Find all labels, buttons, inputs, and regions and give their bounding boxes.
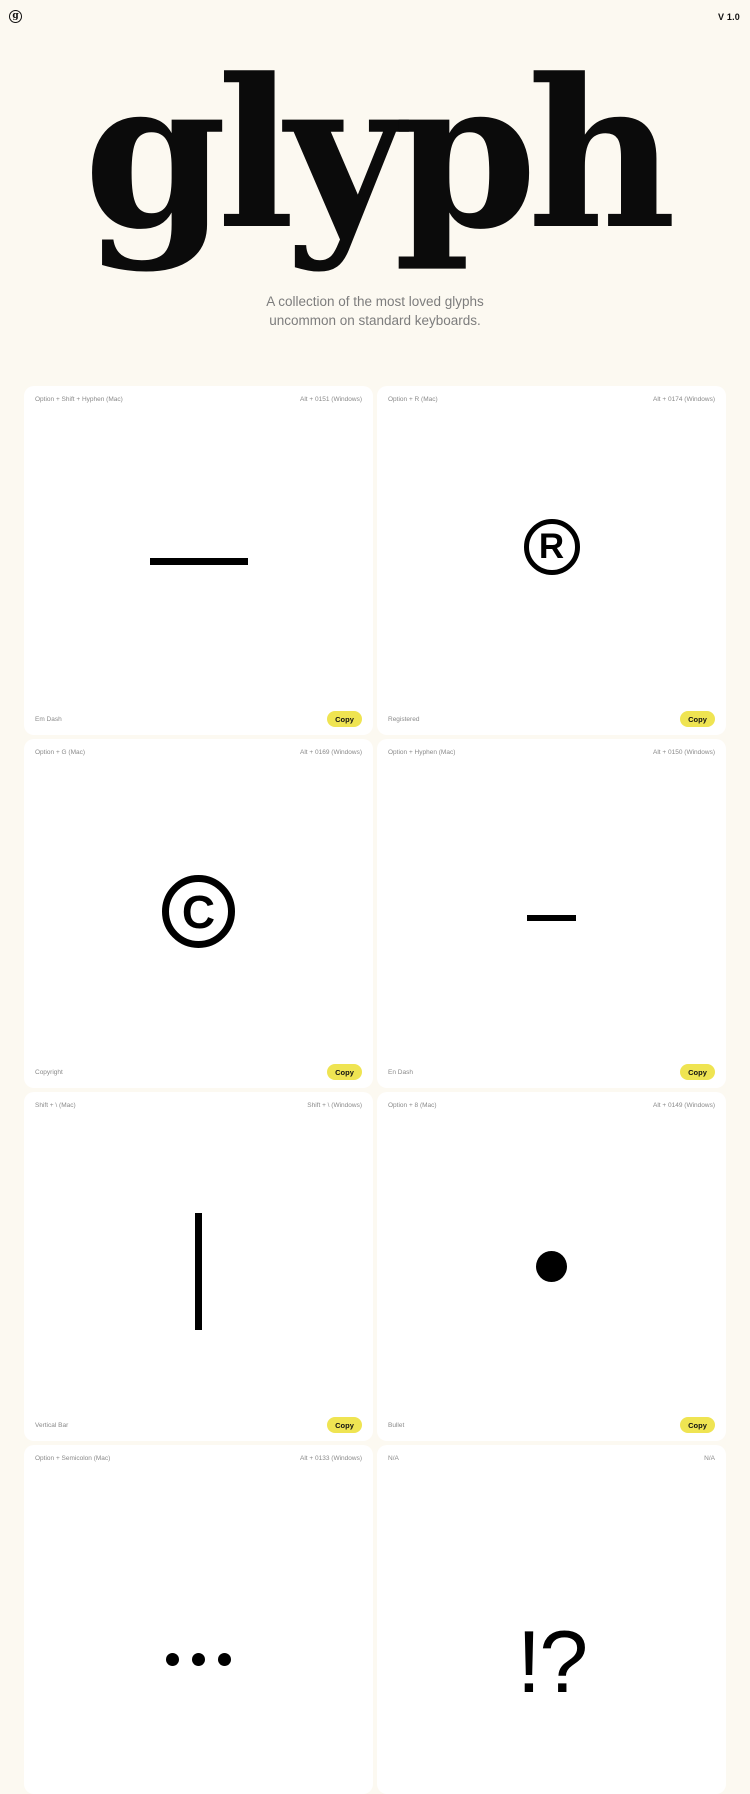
subtitle-line-1: A collection of the most loved glyphs bbox=[266, 294, 484, 309]
registered-glyph: R bbox=[523, 518, 580, 575]
en-dash-glyph bbox=[527, 915, 576, 921]
hero-title: glyph bbox=[83, 35, 677, 275]
mac-shortcut: Option + Shift + Hyphen (Mac) bbox=[35, 396, 123, 403]
glyph-card-em-dash: Option + Shift + Hyphen (Mac) Alt + 0151… bbox=[24, 386, 373, 735]
glyph-display bbox=[24, 386, 373, 735]
copy-button[interactable]: Copy bbox=[327, 1417, 362, 1433]
glyph-name: Em Dash bbox=[35, 716, 62, 723]
glyph-display: !? bbox=[377, 1445, 726, 1794]
glyph-card-ellipsis: Option + Semicolon (Mac) Alt + 0133 (Win… bbox=[24, 1445, 373, 1794]
logo-letter: g bbox=[12, 10, 19, 21]
ellipsis-dot bbox=[218, 1653, 231, 1666]
windows-shortcut: N/A bbox=[704, 1455, 715, 1462]
glyph-card-interrobang: N/A N/A !? bbox=[377, 1445, 726, 1794]
glyph-card-copyright: Option + G (Mac) Alt + 0169 (Windows) C … bbox=[24, 739, 373, 1088]
bullet-glyph bbox=[536, 1251, 567, 1282]
glyph-name: Registered bbox=[388, 716, 420, 723]
windows-shortcut: Alt + 0169 (Windows) bbox=[300, 749, 362, 756]
logo-icon[interactable]: g bbox=[9, 10, 22, 23]
glyph-display bbox=[377, 1092, 726, 1441]
top-bar: g V 1.0 bbox=[0, 0, 750, 36]
windows-shortcut: Alt + 0151 (Windows) bbox=[300, 396, 362, 403]
mac-shortcut: Option + Hyphen (Mac) bbox=[388, 749, 456, 756]
copy-button[interactable]: Copy bbox=[680, 1417, 715, 1433]
glyph-grid: Option + Shift + Hyphen (Mac) Alt + 0151… bbox=[24, 386, 726, 1794]
mac-shortcut: Shift + \ (Mac) bbox=[35, 1102, 76, 1109]
windows-shortcut: Alt + 0150 (Windows) bbox=[653, 749, 715, 756]
vertical-bar-glyph bbox=[195, 1212, 202, 1330]
glyph-display bbox=[24, 1092, 373, 1441]
glyph-name: Copyright bbox=[35, 1069, 63, 1076]
windows-shortcut: Alt + 0174 (Windows) bbox=[653, 396, 715, 403]
windows-shortcut: Shift + \ (Windows) bbox=[307, 1102, 362, 1109]
glyph-name: En Dash bbox=[388, 1069, 413, 1076]
copy-button[interactable]: Copy bbox=[327, 711, 362, 727]
mac-shortcut: N/A bbox=[388, 1455, 399, 1462]
glyph-display bbox=[24, 1445, 373, 1794]
ellipsis-dot bbox=[192, 1653, 205, 1666]
copy-button[interactable]: Copy bbox=[680, 1064, 715, 1080]
glyph-name: Vertical Bar bbox=[35, 1422, 69, 1429]
glyph-display bbox=[377, 739, 726, 1088]
glyph-name: Bullet bbox=[388, 1422, 405, 1429]
version-label: V 1.0 bbox=[717, 12, 740, 22]
glyph-display: C bbox=[24, 739, 373, 1088]
em-dash-glyph bbox=[149, 557, 248, 565]
ellipsis-dot bbox=[166, 1653, 179, 1666]
interrobang-glyph: !? bbox=[516, 1612, 588, 1711]
ellipsis-glyph bbox=[166, 1653, 231, 1666]
windows-shortcut: Alt + 0149 (Windows) bbox=[653, 1102, 715, 1109]
glyph-card-en-dash: Option + Hyphen (Mac) Alt + 0150 (Window… bbox=[377, 739, 726, 1088]
mac-shortcut: Option + G (Mac) bbox=[35, 749, 86, 756]
mac-shortcut: Option + Semicolon (Mac) bbox=[35, 1455, 111, 1462]
glyph-card-vertical-bar: Shift + \ (Mac) Shift + \ (Windows) Vert… bbox=[24, 1092, 373, 1441]
glyph-display: R bbox=[377, 386, 726, 735]
mac-shortcut: Option + 8 (Mac) bbox=[388, 1102, 437, 1109]
copy-button[interactable]: Copy bbox=[327, 1064, 362, 1080]
copyright-letter: C bbox=[181, 885, 216, 938]
copy-button[interactable]: Copy bbox=[680, 711, 715, 727]
glyph-card-bullet: Option + 8 (Mac) Alt + 0149 (Windows) Bu… bbox=[377, 1092, 726, 1441]
subtitle-line-2: uncommon on standard keyboards. bbox=[269, 313, 481, 328]
copyright-glyph: C bbox=[162, 875, 235, 948]
glyph-card-registered: Option + R (Mac) Alt + 0174 (Windows) R … bbox=[377, 386, 726, 735]
hero-subtitle: A collection of the most loved glyphs un… bbox=[0, 292, 750, 330]
mac-shortcut: Option + R (Mac) bbox=[388, 396, 438, 403]
registered-letter: R bbox=[538, 527, 565, 566]
windows-shortcut: Alt + 0133 (Windows) bbox=[300, 1455, 362, 1462]
